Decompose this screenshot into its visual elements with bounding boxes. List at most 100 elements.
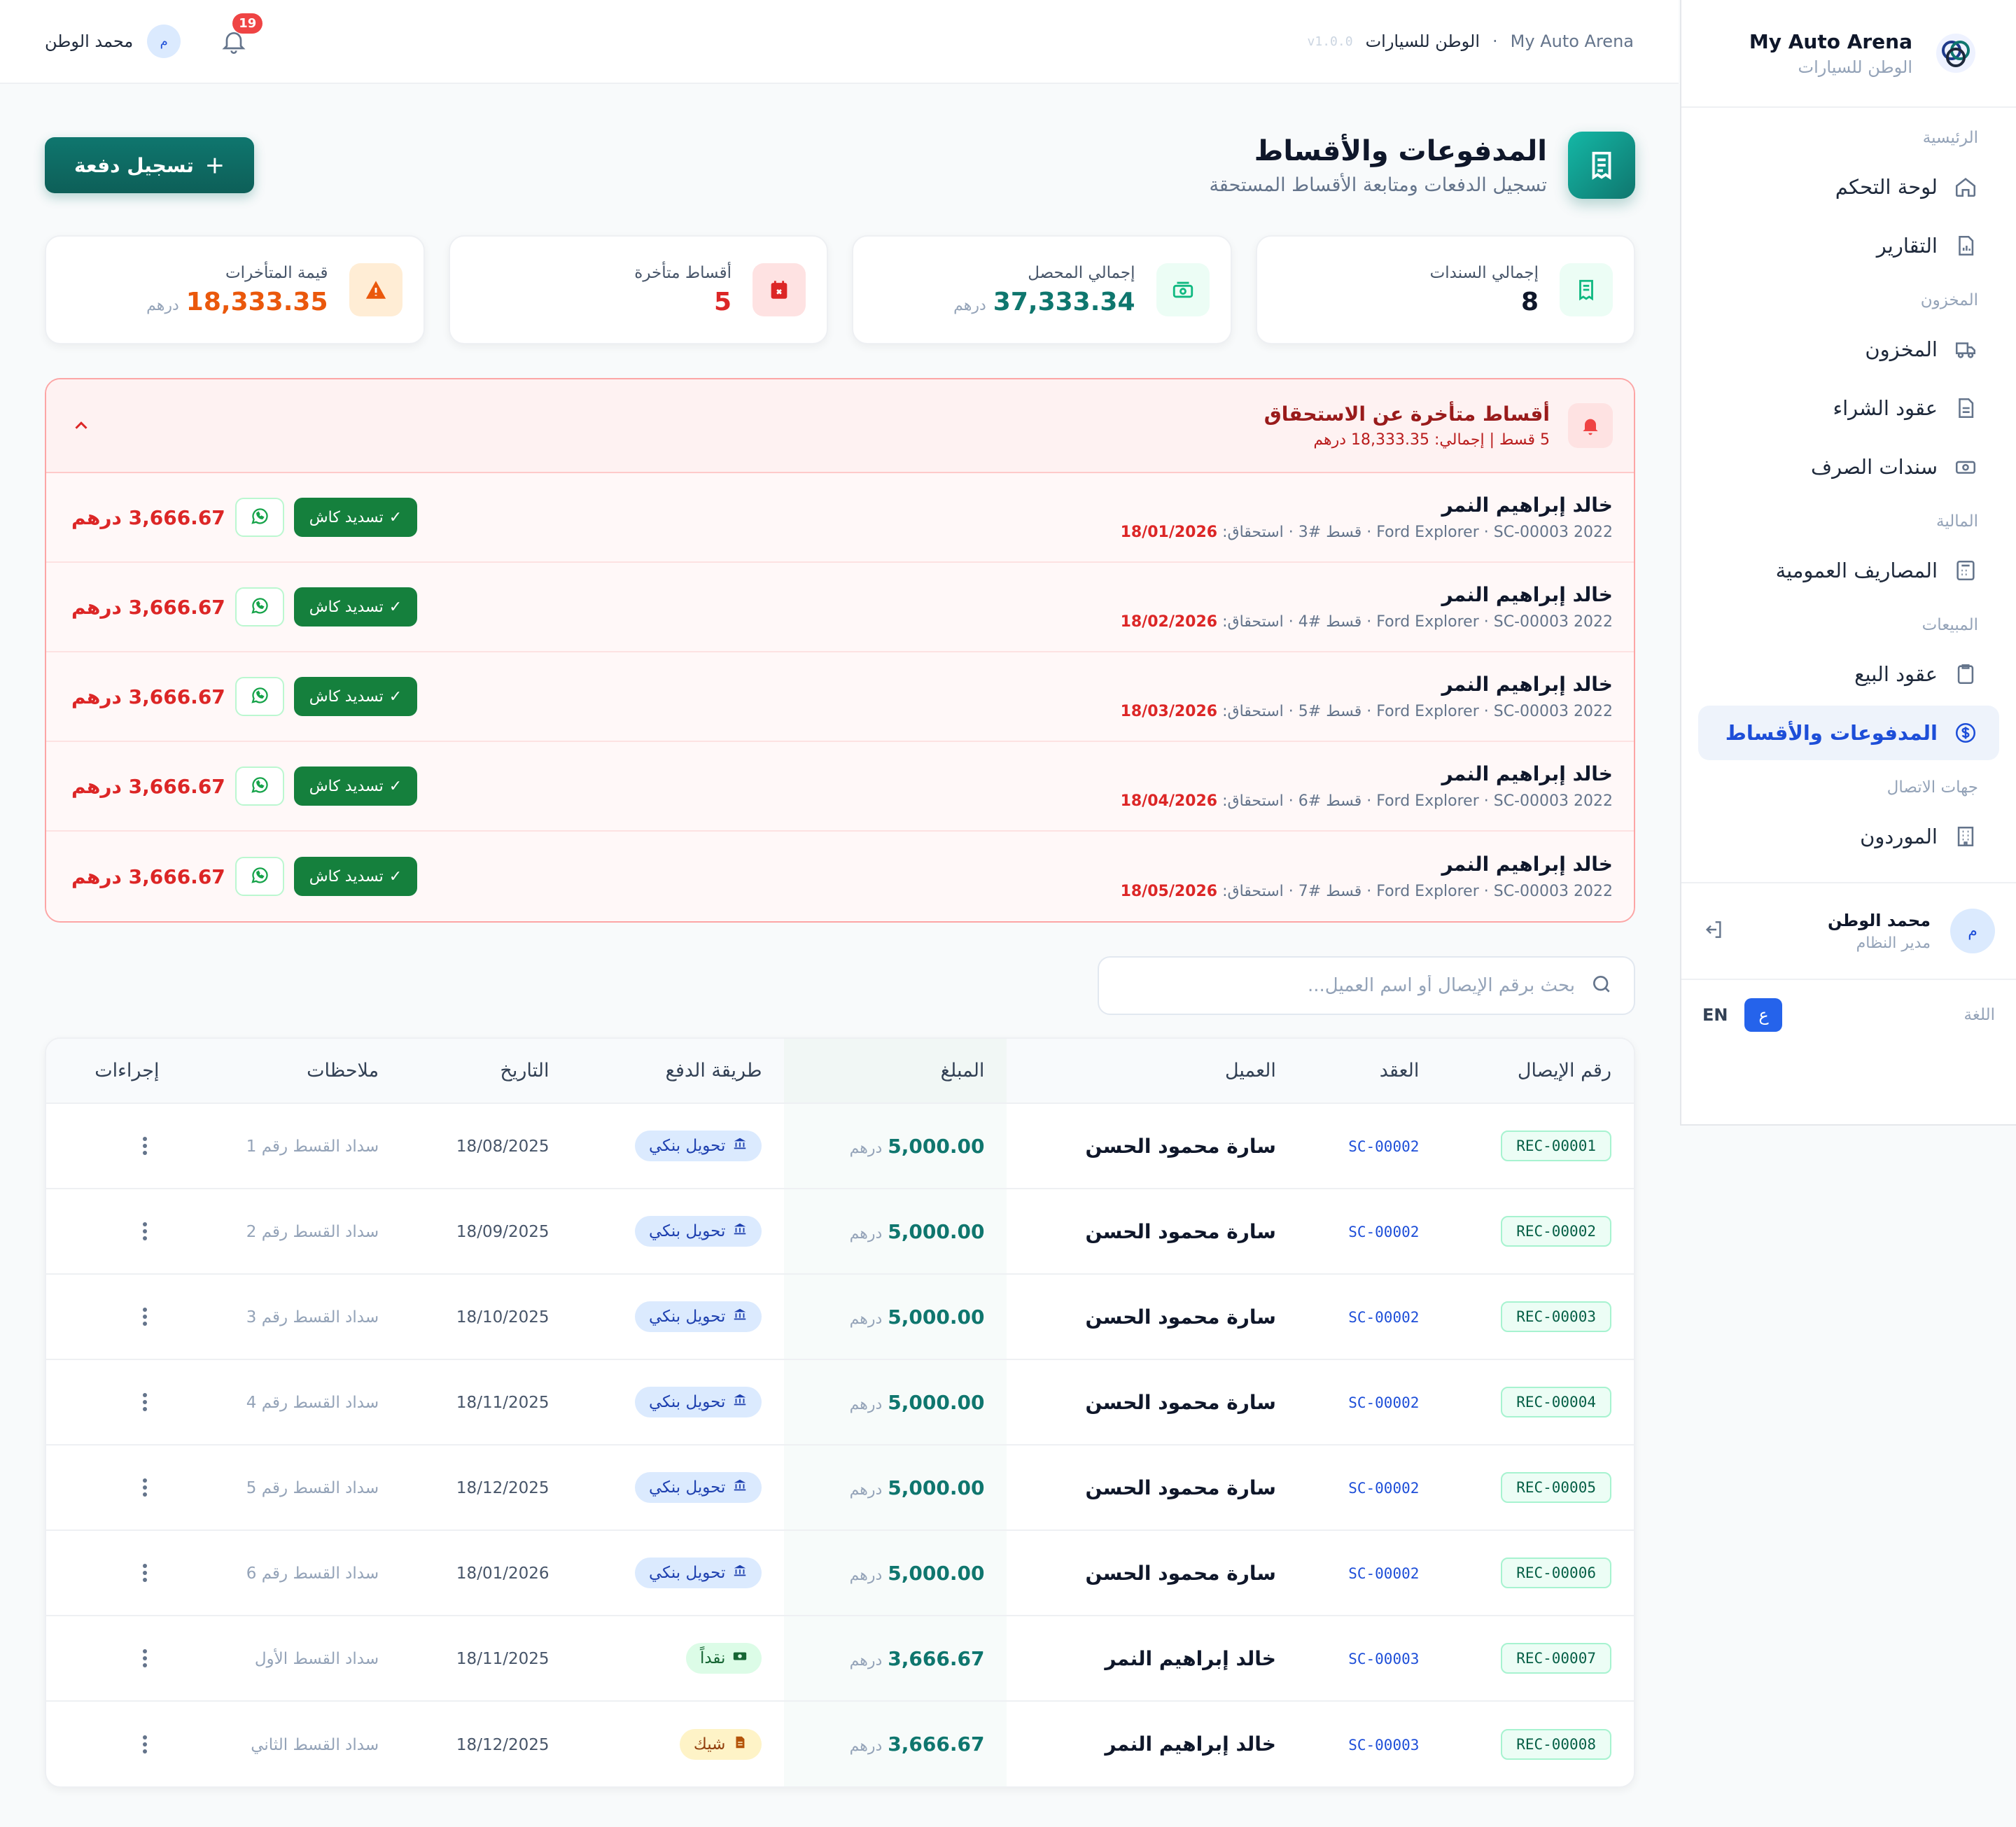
payment-amount: 5,000.00	[888, 1476, 985, 1499]
payment-method-badge: تحويل بنكي	[634, 1301, 762, 1332]
record-payment-button[interactable]: ＋ تسجيل دفعة	[45, 137, 254, 193]
sidebar-item-label: عقود الشراء	[1833, 396, 1938, 420]
currency-unit: درهم	[849, 1310, 883, 1328]
column-header-actions: إجراءات	[46, 1039, 182, 1104]
more-vertical-icon[interactable]	[131, 1649, 159, 1667]
column-header-customer[interactable]: العميل	[1007, 1039, 1298, 1104]
contract-link[interactable]: SC-00003	[1348, 1651, 1419, 1667]
sidebar-item-label: المخزون	[1865, 337, 1938, 361]
sidebar-item-label: المصاريف العمومية	[1775, 559, 1938, 582]
table-row[interactable]: REC-00005 SC-00002 سارة محمود الحسن 5,00…	[46, 1445, 1634, 1531]
whatsapp-button[interactable]	[234, 587, 284, 626]
settle-cash-label: تسديد كاش	[309, 598, 384, 616]
chevron-up-icon[interactable]	[67, 412, 95, 440]
overdue-meta: 2022 Ford Explorer · SC-00003 · قسط #7 ·…	[1121, 883, 1613, 900]
overdue-customer: خالد إبراهيم النمر	[1441, 493, 1613, 517]
contract-link[interactable]: SC-00002	[1348, 1394, 1419, 1411]
sidebar-item-sales-contracts[interactable]: عقود البيع	[1698, 647, 1999, 701]
receipt-number[interactable]: REC-00007	[1501, 1643, 1611, 1674]
whatsapp-button[interactable]	[234, 498, 284, 537]
receipt-number[interactable]: REC-00005	[1501, 1472, 1611, 1503]
more-vertical-icon[interactable]	[131, 1393, 159, 1411]
app-version: v1.0.0	[1307, 34, 1353, 49]
settle-cash-button[interactable]: ✓ تسديد كاش	[293, 677, 418, 716]
language-ar-button[interactable]: ع	[1744, 998, 1783, 1032]
sidebar-item-purchase-contracts[interactable]: عقود الشراء	[1698, 381, 1999, 435]
customer-name: سارة محمود الحسن	[1085, 1305, 1276, 1329]
stat-unit: درهم	[953, 296, 986, 314]
brand[interactable]: My Auto Arena الوطن للسيارات	[1681, 0, 2016, 108]
more-vertical-icon[interactable]	[131, 1735, 159, 1754]
settle-cash-button[interactable]: ✓ تسديد كاش	[293, 766, 418, 806]
table-row[interactable]: REC-00003 SC-00002 سارة محمود الحسن 5,00…	[46, 1274, 1634, 1360]
settle-cash-button[interactable]: ✓ تسديد كاش	[293, 498, 418, 537]
payment-method-badge: تحويل بنكي	[634, 1216, 762, 1247]
settle-cash-button[interactable]: ✓ تسديد كاش	[293, 587, 418, 626]
currency-unit: درهم	[849, 1139, 883, 1157]
payment-method-label: تحويل بنكي	[648, 1478, 726, 1497]
language-en-button[interactable]: EN	[1702, 1005, 1728, 1025]
sidebar-item-dashboard[interactable]: لوحة التحكم	[1698, 160, 1999, 214]
sidebar-item-general-expenses[interactable]: المصاريف العمومية	[1698, 543, 1999, 598]
search-input[interactable]	[1120, 975, 1575, 996]
receipt-number[interactable]: REC-00006	[1501, 1558, 1611, 1588]
sidebar-item-reports[interactable]: التقارير	[1698, 218, 1999, 273]
column-header-method[interactable]: طريقة الدفع	[571, 1039, 785, 1104]
table-row[interactable]: REC-00007 SC-00003 خالد إبراهيم النمر 3,…	[46, 1616, 1634, 1702]
payment-note: سداد القسط رقم 3	[246, 1308, 379, 1326]
settle-cash-label: تسديد كاش	[309, 687, 384, 706]
contract-link[interactable]: SC-00003	[1348, 1737, 1419, 1754]
column-header-contract[interactable]: العقد	[1298, 1039, 1442, 1104]
brand-subtitle: الوطن للسيارات	[1798, 57, 1912, 77]
sidebar-item-inventory[interactable]: المخزون	[1698, 322, 1999, 377]
column-header-receipt[interactable]: رقم الإيصال	[1441, 1039, 1634, 1104]
contract-link[interactable]: SC-00002	[1348, 1138, 1419, 1155]
whatsapp-icon	[249, 505, 270, 529]
more-vertical-icon[interactable]	[131, 1222, 159, 1240]
overdue-meta: 2022 Ford Explorer · SC-00003 · قسط #3 ·…	[1121, 524, 1613, 541]
table-row[interactable]: REC-00008 SC-00003 خالد إبراهيم النمر 3,…	[46, 1701, 1634, 1786]
money-icon	[1156, 263, 1210, 316]
whatsapp-button[interactable]	[234, 857, 284, 896]
column-header-amount[interactable]: المبلغ	[784, 1039, 1007, 1104]
receipt-number[interactable]: REC-00008	[1501, 1728, 1611, 1760]
topbar-user[interactable]: م محمد الوطن	[45, 24, 181, 58]
currency-unit: درهم	[849, 1224, 883, 1242]
whatsapp-button[interactable]	[234, 677, 284, 716]
receipt-number[interactable]: REC-00002	[1501, 1216, 1611, 1247]
sidebar-item-payments-installments[interactable]: المدفوعات والأقساط	[1698, 706, 1999, 760]
contract-link[interactable]: SC-00002	[1348, 1224, 1419, 1240]
whatsapp-button[interactable]	[234, 766, 284, 806]
column-header-notes[interactable]: ملاحظات	[181, 1039, 402, 1104]
logout-icon[interactable]	[1702, 918, 1725, 944]
more-vertical-icon[interactable]	[131, 1564, 159, 1582]
breadcrumb-root[interactable]: My Auto Arena	[1511, 31, 1634, 51]
payment-date: 18/09/2025	[456, 1223, 550, 1241]
contract-link[interactable]: SC-00002	[1348, 1309, 1419, 1326]
more-vertical-icon[interactable]	[131, 1478, 159, 1497]
contract-link[interactable]: SC-00002	[1348, 1565, 1419, 1582]
table-row[interactable]: REC-00001 SC-00002 سارة محمود الحسن 5,00…	[46, 1103, 1634, 1189]
sidebar-item-suppliers[interactable]: الموردون	[1698, 809, 1999, 864]
sidebar-item-disbursement-vouchers[interactable]: سندات الصرف	[1698, 440, 1999, 494]
contract-link[interactable]: SC-00002	[1348, 1480, 1419, 1497]
user-name: محمد الوطن	[1828, 910, 1931, 930]
table-row[interactable]: REC-00004 SC-00002 سارة محمود الحسن 5,00…	[46, 1359, 1634, 1446]
nav-section-label: المالية	[1936, 512, 1978, 531]
receipt-number[interactable]: REC-00003	[1501, 1301, 1611, 1332]
notification-count-badge: 19	[232, 13, 263, 34]
payment-amount: 5,000.00	[888, 1390, 985, 1414]
more-vertical-icon[interactable]	[131, 1137, 159, 1155]
column-header-date[interactable]: التاريخ	[401, 1039, 572, 1104]
receipt-number[interactable]: REC-00004	[1501, 1387, 1611, 1418]
nav-section-label: المخزون	[1920, 291, 1978, 309]
brand-name: My Auto Arena	[1749, 29, 1912, 53]
more-vertical-icon[interactable]	[131, 1308, 159, 1326]
calculator-icon	[1953, 558, 1978, 583]
receipt-number[interactable]: REC-00001	[1501, 1130, 1611, 1161]
notifications-button[interactable]: 19	[220, 13, 263, 55]
table-row[interactable]: REC-00002 SC-00002 سارة محمود الحسن 5,00…	[46, 1189, 1634, 1275]
table-row[interactable]: REC-00006 SC-00002 سارة محمود الحسن 5,00…	[46, 1530, 1634, 1616]
settle-cash-button[interactable]: ✓ تسديد كاش	[293, 857, 418, 896]
overdue-panel-header[interactable]: أقساط متأخرة عن الاستحقاق 5 قسط | إجمالي…	[46, 379, 1634, 473]
